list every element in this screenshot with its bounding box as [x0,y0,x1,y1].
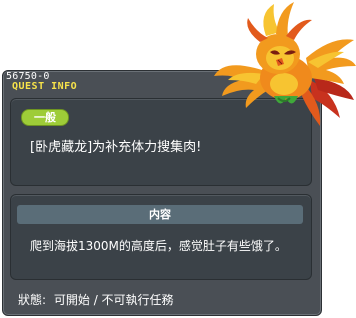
quest-type-badge: 一般 [21,109,69,126]
content-section-header: 内容 [17,205,303,224]
phoenix-mascot-icon [214,2,356,126]
quest-description: 爬到海拔1300M的高度后，感觉肚子有些饿了。 [30,239,287,253]
quest-status: 狀態: 可開始 / 不可執行任務 [18,291,178,308]
status-label: 狀態: [18,293,47,307]
status-value: 可開始 / 不可執行任務 [53,293,174,307]
quest-content-box: 内容 爬到海拔1300M的高度后，感觉肚子有些饿了。 [10,194,312,280]
quest-title: [卧虎藏龙]为补充体力搜集肉! [30,140,202,155]
quest-info-header: QUEST INFO [12,81,78,92]
